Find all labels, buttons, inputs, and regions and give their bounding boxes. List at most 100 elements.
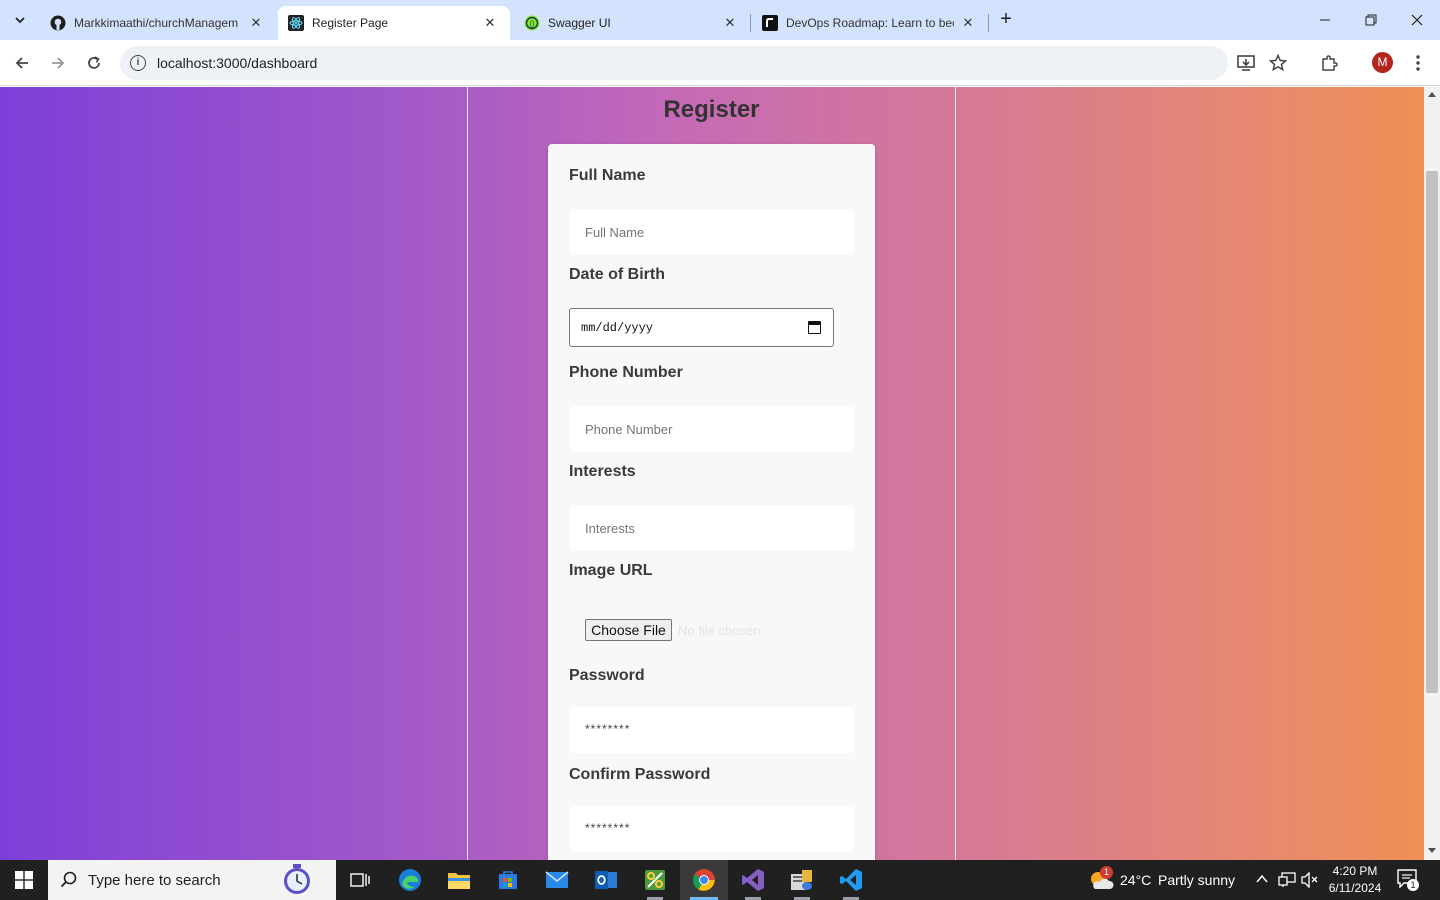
start-button[interactable] (0, 860, 48, 900)
confirm-password-label: Confirm Password (569, 766, 711, 783)
taskbar-outlook[interactable] (582, 860, 630, 900)
bookmark-button[interactable] (1266, 51, 1290, 75)
extensions-button[interactable] (1317, 51, 1341, 75)
tab-title: Register Page (312, 16, 389, 30)
column-divider-right (955, 87, 956, 860)
taskbar-snipping-tool[interactable] (631, 860, 679, 900)
clock-time: 4:20 PM (1332, 864, 1378, 878)
edge-icon (399, 869, 421, 891)
calendar-icon[interactable] (808, 321, 821, 334)
task-view-icon (350, 873, 370, 887)
interests-input[interactable]: Interests (569, 505, 854, 551)
taskbar-sql-server[interactable] (778, 860, 826, 900)
clock-widget-icon[interactable] (280, 863, 314, 897)
chevron-up-icon[interactable] (1256, 874, 1268, 884)
new-tab-button[interactable]: + (996, 9, 1016, 30)
svg-text:{}: {} (530, 21, 535, 28)
reload-icon (88, 56, 100, 69)
vscode-icon (840, 869, 862, 891)
phone-label: Phone Number (569, 364, 683, 381)
page-viewport: Register Full Name Full Name Date of Bir… (0, 87, 1424, 860)
browser-tab-strip: Markkimaathi/churchManagem ✕ Register Pa… (0, 0, 1440, 40)
volume-muted-icon[interactable] (1301, 872, 1319, 888)
dob-placeholder: mm/dd/yyyy (581, 321, 654, 335)
forward-button[interactable] (46, 51, 70, 75)
site-info-icon[interactable]: i (130, 55, 146, 71)
puzzle-icon (1322, 55, 1338, 71)
tab-search-button[interactable] (8, 8, 32, 32)
column-divider-left (467, 87, 468, 860)
tab-swagger[interactable]: {} Swagger UI ✕ (514, 6, 750, 40)
swagger-icon: {} (524, 15, 540, 31)
tab-github[interactable]: Markkimaathi/churchManagem ✕ (40, 6, 276, 40)
taskbar-file-explorer[interactable] (435, 860, 483, 900)
taskbar-vscode[interactable] (827, 860, 875, 900)
github-icon (50, 15, 66, 31)
file-status-text: No file chosen (678, 623, 761, 638)
page-title: Register (663, 96, 760, 123)
password-label: Password (569, 667, 645, 684)
tab-divider (750, 14, 751, 32)
windows-logo-icon (15, 871, 33, 889)
minimize-icon (1320, 19, 1330, 21)
windows-taskbar: Type here to search 1 24°C Partly sunny (0, 860, 1440, 900)
scroll-down-arrow-icon[interactable] (1428, 848, 1436, 853)
scrollbar-thumb[interactable] (1426, 171, 1438, 693)
install-app-button[interactable] (1234, 51, 1258, 75)
full-name-input[interactable]: Full Name (569, 209, 854, 255)
network-icon[interactable] (1278, 872, 1296, 888)
close-icon[interactable]: ✕ (248, 15, 264, 31)
image-url-label: Image URL (569, 562, 653, 579)
notification-count-badge: 1 (1407, 879, 1419, 891)
folder-icon (448, 873, 470, 889)
full-name-placeholder: Full Name (585, 225, 645, 240)
browser-menu-button[interactable] (1406, 51, 1430, 75)
scroll-up-arrow-icon[interactable] (1428, 92, 1436, 97)
taskbar-mail[interactable] (533, 860, 581, 900)
close-icon[interactable]: ✕ (482, 15, 498, 31)
taskbar-chrome[interactable] (680, 860, 728, 900)
arrow-left-icon (15, 57, 28, 69)
address-bar[interactable]: i localhost:3000/dashboard (120, 46, 1228, 80)
tab-devops-roadmap[interactable]: DevOps Roadmap: Learn to bec ✕ (752, 6, 988, 40)
password-input[interactable]: ******** (569, 707, 854, 753)
store-icon (499, 871, 517, 889)
reload-button[interactable] (82, 51, 106, 75)
taskbar-clock[interactable]: 4:20 PM 6/11/2024 (1322, 863, 1388, 897)
chrome-icon (693, 869, 715, 891)
page-scrollbar[interactable] (1424, 87, 1440, 860)
search-icon (60, 871, 77, 888)
task-view-button[interactable] (336, 860, 384, 900)
clock-date: 6/11/2024 (1328, 881, 1382, 895)
taskbar-visual-studio[interactable] (729, 860, 777, 900)
interests-label: Interests (569, 463, 636, 480)
star-icon (1269, 54, 1287, 72)
tab-title: Swagger UI (548, 16, 611, 30)
react-icon (288, 15, 304, 31)
close-window-button[interactable] (1394, 0, 1440, 40)
confirm-password-input[interactable]: ******** (569, 806, 854, 852)
minimize-button[interactable] (1302, 0, 1348, 40)
arrow-right-icon (52, 57, 65, 69)
search-placeholder: Type here to search (88, 872, 221, 889)
close-icon[interactable]: ✕ (722, 15, 738, 31)
url-text[interactable]: localhost:3000/dashboard (157, 55, 317, 71)
taskbar-search[interactable]: Type here to search (48, 860, 336, 900)
visual-studio-icon (742, 869, 764, 891)
taskbar-store[interactable] (484, 860, 532, 900)
taskbar-edge[interactable] (386, 860, 434, 900)
snipping-tool-icon (645, 870, 665, 890)
restore-button[interactable] (1348, 0, 1394, 40)
dob-input[interactable]: mm/dd/yyyy (569, 308, 834, 347)
register-form: Full Name Full Name Date of Birth mm/dd/… (548, 144, 875, 860)
close-icon[interactable]: ✕ (960, 15, 976, 31)
choose-file-button[interactable]: Choose File (585, 619, 672, 641)
chevron-down-icon (15, 17, 25, 24)
profile-avatar[interactable]: M (1372, 52, 1393, 73)
back-button[interactable] (10, 51, 34, 75)
tab-title: Markkimaathi/churchManagem (74, 16, 239, 30)
tab-register-page[interactable]: Register Page ✕ (278, 6, 510, 40)
notification-center-button[interactable]: 1 (1396, 868, 1420, 892)
phone-input[interactable]: Phone Number (569, 406, 854, 452)
outlook-icon (595, 871, 617, 889)
